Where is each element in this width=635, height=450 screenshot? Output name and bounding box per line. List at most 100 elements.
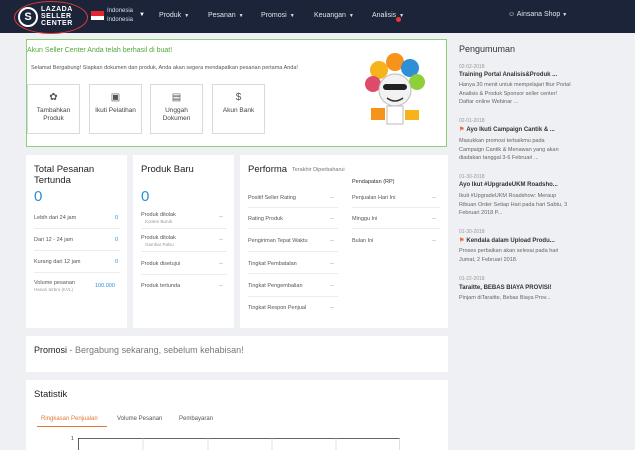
chart-grid — [78, 438, 400, 450]
orders-row-label: Kurang dari 12 jam — [34, 259, 81, 265]
orders-row-label: Lebih dari 24 jam — [34, 215, 77, 221]
upload-document-button[interactable]: ▤ Unggah Dokumen — [150, 84, 203, 134]
tab-sales-summary[interactable]: Ringkasan Penjualan — [41, 416, 98, 422]
tab-payments[interactable]: Pembayaran — [179, 416, 213, 422]
welcome-card: Akun Seller Center Anda telah berhasil d… — [26, 39, 447, 147]
nav-pesanan[interactable]: Pesanan ▼ — [208, 12, 244, 19]
announcement-title[interactable]: Training Portal Analisis&Produk ... — [459, 72, 557, 78]
performance-row-label: Tingkat Pengembalian — [248, 283, 303, 289]
announcement-date: 01-30-2018 — [459, 229, 485, 235]
country-selector[interactable]: Indonesia Indonesia — [107, 7, 133, 25]
products-row-value[interactable]: -- — [219, 283, 223, 289]
performance-row-label: Positif Seller Rating — [248, 195, 296, 201]
products-row-value[interactable]: -- — [219, 261, 223, 267]
chart-axis-value: 1 — [71, 436, 74, 442]
performance-row-value: -- — [330, 261, 334, 267]
training-button[interactable]: ▣ Ikuti Pelatihan — [89, 84, 142, 134]
performance-title: Performa — [248, 164, 288, 175]
notification-dot — [396, 17, 401, 22]
nav-promosi[interactable]: Promosi ▼ — [261, 12, 295, 19]
orders-total: 0 — [34, 188, 43, 205]
products-title: Produk Baru — [141, 164, 194, 175]
income-row-label: Minggu Ini — [352, 216, 378, 222]
announcement-date: 02-01-2018 — [459, 118, 485, 124]
orders-title: Total Pesanan Tertunda — [34, 164, 95, 186]
chevron-down-icon: ▼ — [184, 13, 190, 19]
income-header: Pendapatan (RP) — [352, 179, 395, 185]
performance-row-value: -- — [330, 216, 334, 222]
orders-row-label: Volume pesanan — [34, 280, 75, 286]
performance-card: Performa Terakhir Diperbaharui Pendapata… — [240, 155, 448, 328]
statistics-title: Statistik — [34, 389, 68, 400]
nav-keuangan[interactable]: Keuangan ▼ — [314, 12, 354, 19]
add-product-button[interactable]: ✿ Tambahkan Produk — [27, 84, 80, 134]
performance-row-label: Tingkat Respon Penjual — [248, 305, 307, 311]
dollar-icon: $ — [235, 92, 242, 103]
income-row-value: -- — [432, 238, 436, 244]
products-row-value[interactable]: -- — [219, 237, 223, 243]
tab-order-volume[interactable]: Volume Pesanan — [117, 416, 162, 422]
performance-row-label: Tingkat Pembatalan — [248, 261, 297, 267]
announcement-title[interactable]: Ayo Ikut #UpgradeUKM Roadsho... — [459, 182, 558, 188]
announcement-title[interactable]: ⚑ Ayo Ikuti Campaign Cantik & ... — [459, 126, 555, 133]
announcement-body: Masukkan promosi terbaikmu pada Campaign… — [459, 138, 559, 161]
products-row-value[interactable]: -- — [219, 214, 223, 220]
income-row-label: Bulan Ini — [352, 238, 374, 244]
performance-row-value: -- — [330, 195, 334, 201]
income-row-value: -- — [432, 195, 436, 201]
products-row-label: Produk ditolak — [141, 212, 176, 218]
announcement-date: 01-30-2018 — [459, 174, 485, 180]
announcements-title: Pengumuman — [459, 44, 516, 54]
announcement-title[interactable]: Taraitte, BEBAS BIAYA PROVISI! — [459, 285, 552, 291]
highlight-circle — [14, 1, 88, 34]
new-products-card: Produk Baru 0 Produk ditolak Konten Buru… — [133, 155, 234, 328]
announcement-date: 02-02-2018 — [459, 64, 485, 70]
products-row-sublabel: Konten Buruk — [145, 219, 173, 224]
performance-row-value: -- — [330, 305, 334, 311]
performance-row-value: -- — [330, 283, 334, 289]
income-row-value: -- — [432, 216, 436, 222]
promo-title: Promosi — [34, 345, 68, 355]
mascot-illustration — [357, 52, 430, 130]
user-icon: ☺ — [508, 11, 516, 18]
grid-icon: ✿ — [49, 92, 58, 103]
chevron-down-icon: ▼ — [348, 13, 354, 19]
document-icon: ▤ — [171, 92, 182, 103]
products-row-sublabel: Gambar Palsu — [145, 242, 174, 247]
orders-row-value[interactable]: 0 — [115, 237, 118, 243]
active-tab-underline — [37, 426, 107, 427]
indonesia-flag-icon[interactable] — [91, 11, 104, 20]
user-menu[interactable]: ☺ Ainsana Shop ▼ — [508, 11, 567, 18]
orders-row-value[interactable]: 0 — [115, 215, 118, 221]
flag-icon: ⚑ — [459, 238, 465, 244]
announcement-title[interactable]: ⚑ Kendala dalam Upload Produ... — [459, 237, 555, 244]
orders-row-value[interactable]: 0 — [115, 259, 118, 265]
products-row-label: Produk disetujui — [141, 261, 181, 267]
orders-row-value[interactable]: 100.000 — [95, 283, 115, 289]
products-row-label: Produk tertunda — [141, 283, 181, 289]
performance-row-value: -- — [330, 238, 334, 244]
bank-account-button[interactable]: $ Akun Bank — [212, 84, 265, 134]
flag-icon: ⚑ — [459, 127, 465, 133]
performance-subtitle: Terakhir Diperbaharui — [292, 167, 345, 173]
chevron-down-icon: ▼ — [562, 12, 568, 18]
pending-orders-card: Total Pesanan Tertunda 0 Lebih dari 24 j… — [26, 155, 127, 328]
products-row-label: Produk ditolak — [141, 235, 176, 241]
promo-card: Promosi - Bergabung sekarang, sebelum ke… — [26, 336, 448, 372]
products-total: 0 — [141, 188, 150, 205]
performance-row-label: Rating Produk — [248, 216, 283, 222]
orders-row-label: Dari 12 - 24 jam — [34, 237, 74, 243]
announcement-body: Proses perbaikan akan selesai pada hari … — [459, 248, 559, 263]
presentation-icon: ▣ — [110, 92, 121, 103]
announcement-body: Pinjam diTaraitte, Bebas Biaya Prov... — [459, 295, 551, 301]
promo-tagline[interactable]: - Bergabung sekarang, sebelum kehabisan! — [70, 345, 244, 355]
orders-row-sublabel: Hanari terbru (KVL) — [34, 287, 74, 292]
announcement-body: Hanya 30 menit untuk mempelajari fitur P… — [459, 82, 571, 105]
chevron-down-icon: ▼ — [238, 13, 244, 19]
performance-row-label: Pengiriman Tepat Waktu — [248, 238, 308, 244]
income-row-label: Penjualan Hari Ini — [352, 195, 396, 201]
chevron-down-icon[interactable]: ▼ — [139, 12, 145, 18]
welcome-description: Selamat Bergabung! Siapkan dokumen dan p… — [31, 65, 298, 71]
nav-produk[interactable]: Produk ▼ — [159, 12, 189, 19]
welcome-title: Akun Seller Center Anda telah berhasil d… — [27, 47, 173, 54]
